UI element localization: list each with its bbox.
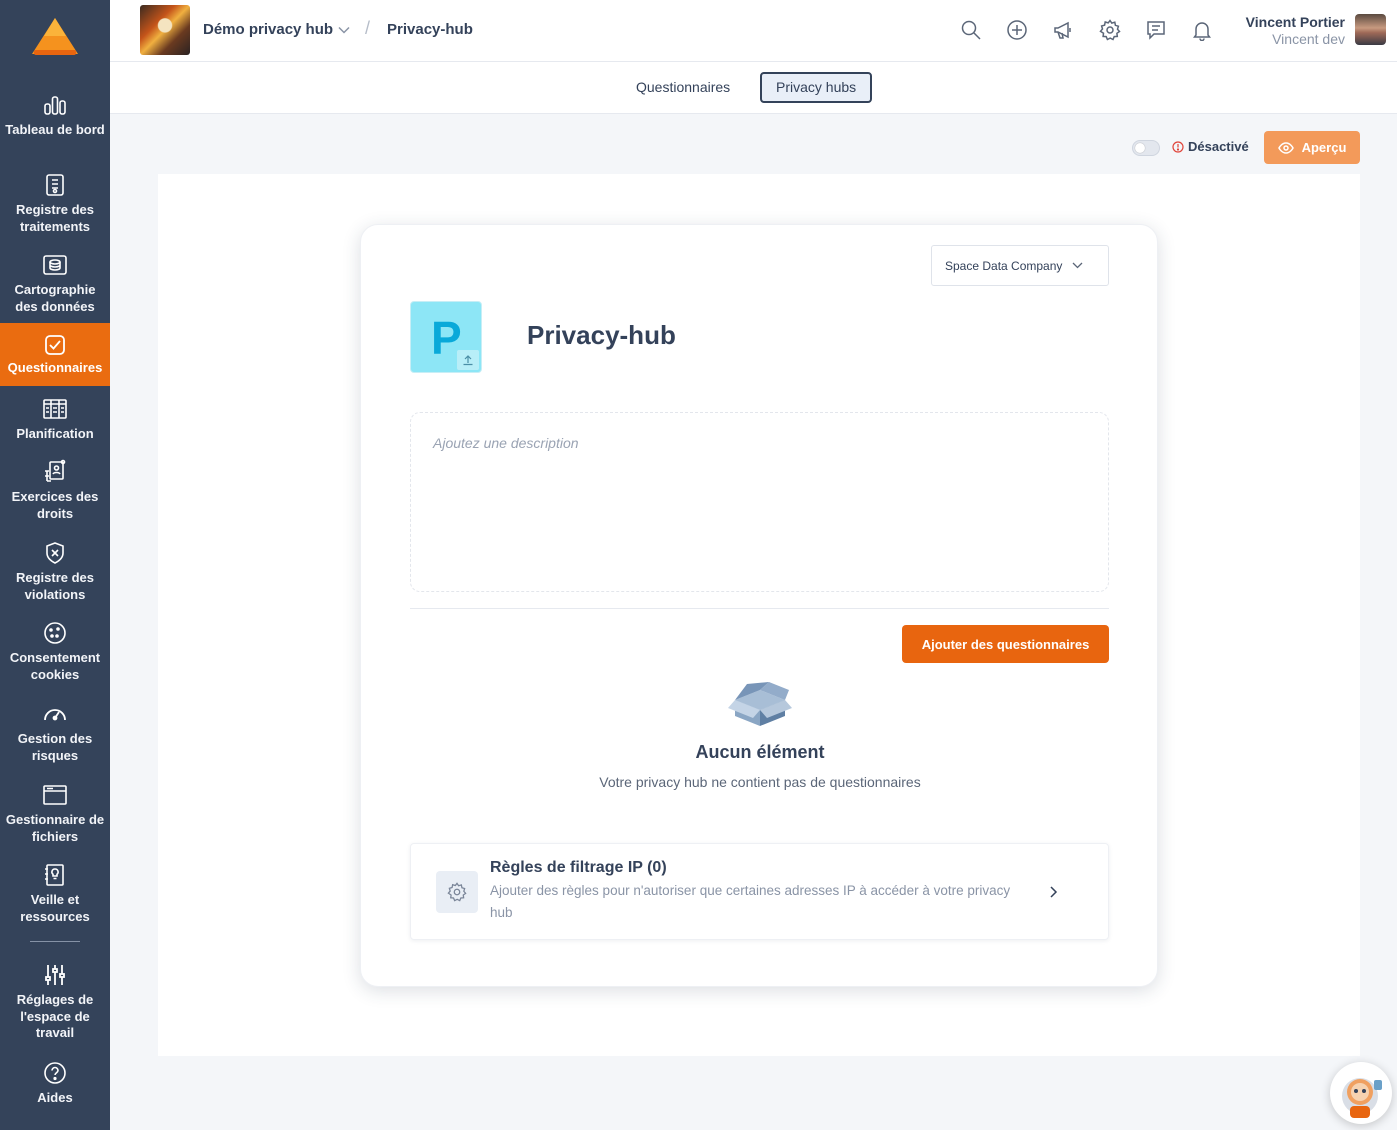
megaphone-icon[interactable]	[1052, 19, 1074, 41]
gear-icon	[436, 871, 478, 913]
sidebar-item-data-map[interactable]: Cartographie des données	[0, 252, 110, 315]
sidebar-item-label: Consentement cookies	[9, 650, 101, 682]
chevron-right-icon	[1050, 886, 1058, 898]
add-icon[interactable]	[1006, 19, 1028, 41]
privacy-hub-card: Space Data Company P Privacy-hub Ajoutez…	[360, 224, 1158, 987]
app-logo[interactable]	[30, 16, 80, 58]
questionnaire-icon	[42, 332, 68, 358]
sidebar-item-violations[interactable]: Registre des violations	[0, 540, 110, 603]
user-workspace: Vincent dev	[1272, 31, 1345, 47]
ip-filter-title: Règles de filtrage IP (0)	[490, 859, 667, 876]
bell-icon[interactable]	[1191, 19, 1213, 41]
sidebar-item-label: Planification	[16, 426, 94, 441]
sidebar-item-help[interactable]: Aides	[0, 1060, 110, 1107]
data-map-icon	[42, 252, 68, 278]
avatar[interactable]	[1355, 14, 1386, 45]
sidebar-item-risks[interactable]: Gestion des risques	[0, 701, 110, 764]
sidebar-item-label: Gestionnaire de fichiers	[5, 812, 105, 844]
search-icon[interactable]	[960, 19, 982, 41]
rights-icon	[42, 459, 68, 485]
sidebar-item-label: Tableau de bord	[5, 122, 105, 137]
alert-circle-icon	[1172, 140, 1184, 153]
chat-icon[interactable]	[1145, 19, 1167, 41]
sidebar-item-label: Veille et ressources	[20, 892, 90, 924]
sidebar: Tableau de bord Registre des traitements…	[0, 0, 110, 1130]
user-name[interactable]: Vincent Portier	[1246, 14, 1345, 30]
description-field[interactable]: Ajoutez une description	[410, 412, 1109, 592]
company-select[interactable]: Space Data Company	[931, 245, 1109, 286]
ip-filter-description: Ajouter des règles pour n'autoriser que …	[490, 883, 1011, 920]
folder-icon	[42, 782, 68, 808]
cookie-icon	[42, 620, 68, 646]
sidebar-item-planning[interactable]: Planification	[0, 396, 110, 443]
chevron-down-icon	[338, 26, 350, 34]
empty-state-title: Aucun élément	[695, 742, 825, 762]
eye-icon	[1277, 141, 1294, 154]
sidebar-item-dashboard[interactable]: Tableau de bord	[0, 92, 110, 139]
gear-icon[interactable]	[1099, 19, 1121, 41]
sidebar-item-questionnaires[interactable]: Questionnaires	[0, 323, 110, 386]
status-label: Désactivé	[1188, 139, 1249, 154]
tabs-bar: Questionnaires Privacy hubs	[110, 62, 1397, 114]
sidebar-item-label: Gestion des risques	[17, 731, 93, 763]
add-questionnaires-button[interactable]: Ajouter des questionnaires	[902, 625, 1109, 663]
empty-state-subtitle: Votre privacy hub ne contient pas de que…	[599, 774, 921, 790]
help-icon	[42, 1060, 68, 1086]
sidebar-item-register[interactable]: Registre des traitements	[0, 172, 110, 235]
sidebar-item-rights[interactable]: Exercices des droits	[0, 459, 110, 522]
preview-label: Aperçu	[1301, 140, 1347, 155]
breadcrumb-separator: /	[365, 18, 371, 38]
gauge-icon	[42, 701, 68, 727]
sidebar-item-cookies[interactable]: Consentement cookies	[0, 620, 110, 683]
hub-title[interactable]: Privacy-hub	[527, 320, 676, 351]
status-badge: Désactivé	[1172, 139, 1249, 154]
empty-box-icon	[728, 682, 792, 726]
workspace-name: Démo privacy hub	[203, 21, 334, 38]
tab-privacy-hubs[interactable]: Privacy hubs	[760, 72, 873, 103]
sliders-icon	[42, 962, 68, 988]
chevron-down-icon	[1072, 262, 1083, 269]
tab-questionnaires[interactable]: Questionnaires	[621, 72, 745, 103]
bulb-book-icon	[42, 862, 68, 888]
workspace-switcher[interactable]: Démo privacy hub	[203, 21, 350, 38]
hub-logo[interactable]: P	[410, 301, 482, 373]
sidebar-item-label: Registre des violations	[15, 570, 95, 602]
company-select-value: Space Data Company	[945, 258, 1063, 273]
upload-icon[interactable]	[457, 350, 479, 370]
assistant-mascot-button[interactable]	[1330, 1062, 1392, 1124]
sidebar-item-label: Questionnaires	[7, 360, 103, 375]
activation-toggle[interactable]	[1132, 140, 1160, 156]
sidebar-item-resources[interactable]: Veille et ressources	[0, 862, 110, 925]
astronaut-icon	[1342, 1078, 1382, 1118]
sidebar-item-label: Cartographie des données	[14, 282, 96, 314]
top-header: Démo privacy hub / Privacy-hub Vincent P…	[110, 0, 1397, 62]
calendar-icon	[42, 396, 68, 422]
shield-x-icon	[42, 540, 68, 566]
preview-button[interactable]: Aperçu	[1264, 131, 1360, 164]
sidebar-item-label: Exercices des droits	[11, 489, 99, 521]
register-icon	[42, 172, 68, 198]
divider	[410, 608, 1109, 609]
workspace-avatar[interactable]	[140, 5, 190, 55]
sidebar-item-label: Réglages de l'espace de travail	[16, 992, 94, 1040]
sidebar-item-files[interactable]: Gestionnaire de fichiers	[0, 782, 110, 845]
dashboard-icon	[42, 92, 68, 118]
sidebar-item-label: Registre des traitements	[15, 202, 95, 234]
sidebar-item-workspace-settings[interactable]: Réglages de l'espace de travail	[0, 962, 110, 1042]
sidebar-separator	[30, 941, 80, 942]
breadcrumb-current: Privacy-hub	[387, 21, 473, 38]
sidebar-item-label: Aides	[37, 1090, 73, 1105]
ip-filter-rules-card[interactable]: Règles de filtrage IP (0) Ajouter des rè…	[410, 843, 1109, 940]
